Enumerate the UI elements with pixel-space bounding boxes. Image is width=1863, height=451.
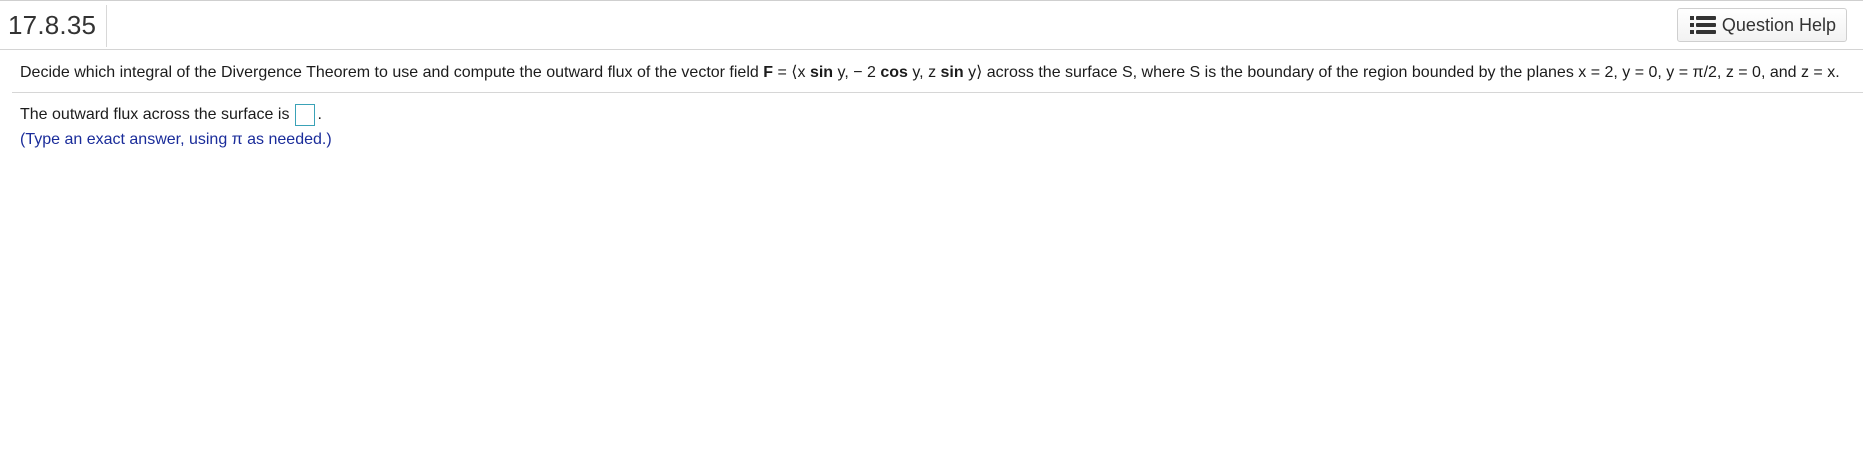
question-help-button[interactable]: Question Help xyxy=(1676,8,1847,42)
vector-c3-rest: y⟩ xyxy=(963,64,983,81)
vector-c3-func: sin xyxy=(940,64,964,81)
vector-c1-rest: y, − 2 xyxy=(833,64,881,81)
vector-c1-func: sin xyxy=(809,64,834,81)
answer-hint: (Type an exact answer, using π as needed… xyxy=(20,131,332,148)
question-text: Decide which integral of the Divergence … xyxy=(20,62,1850,84)
equals-sign: = xyxy=(773,64,792,81)
question-page: 17.8.35 Question Help Decide which integ… xyxy=(0,0,1863,451)
question-intro: Decide which integral of the Divergence … xyxy=(20,64,764,81)
vector-field-expression: ⟨x sin y, − 2 cos y, z sin y⟩ xyxy=(791,64,982,81)
vector-field-symbol: F xyxy=(763,64,774,81)
question-help-label: Question Help xyxy=(1721,14,1836,35)
answer-prompt: The outward flux across the surface is xyxy=(20,106,290,123)
list-icon xyxy=(1689,15,1716,35)
question-rest: across the surface S, where S is the bou… xyxy=(982,64,1840,81)
question-number: 17.8.35 xyxy=(8,10,97,40)
question-header: 17.8.35 Question Help xyxy=(0,1,1863,50)
vector-c2-rest: y, z xyxy=(907,64,941,81)
vector-c2-func: cos xyxy=(880,64,908,81)
answer-input[interactable] xyxy=(295,104,316,126)
question-divider xyxy=(12,92,1863,93)
vector-open: ⟨x xyxy=(791,64,810,81)
answer-line: The outward flux across the surface is . xyxy=(20,103,322,127)
answer-period: . xyxy=(317,106,322,123)
header-divider xyxy=(106,5,107,47)
